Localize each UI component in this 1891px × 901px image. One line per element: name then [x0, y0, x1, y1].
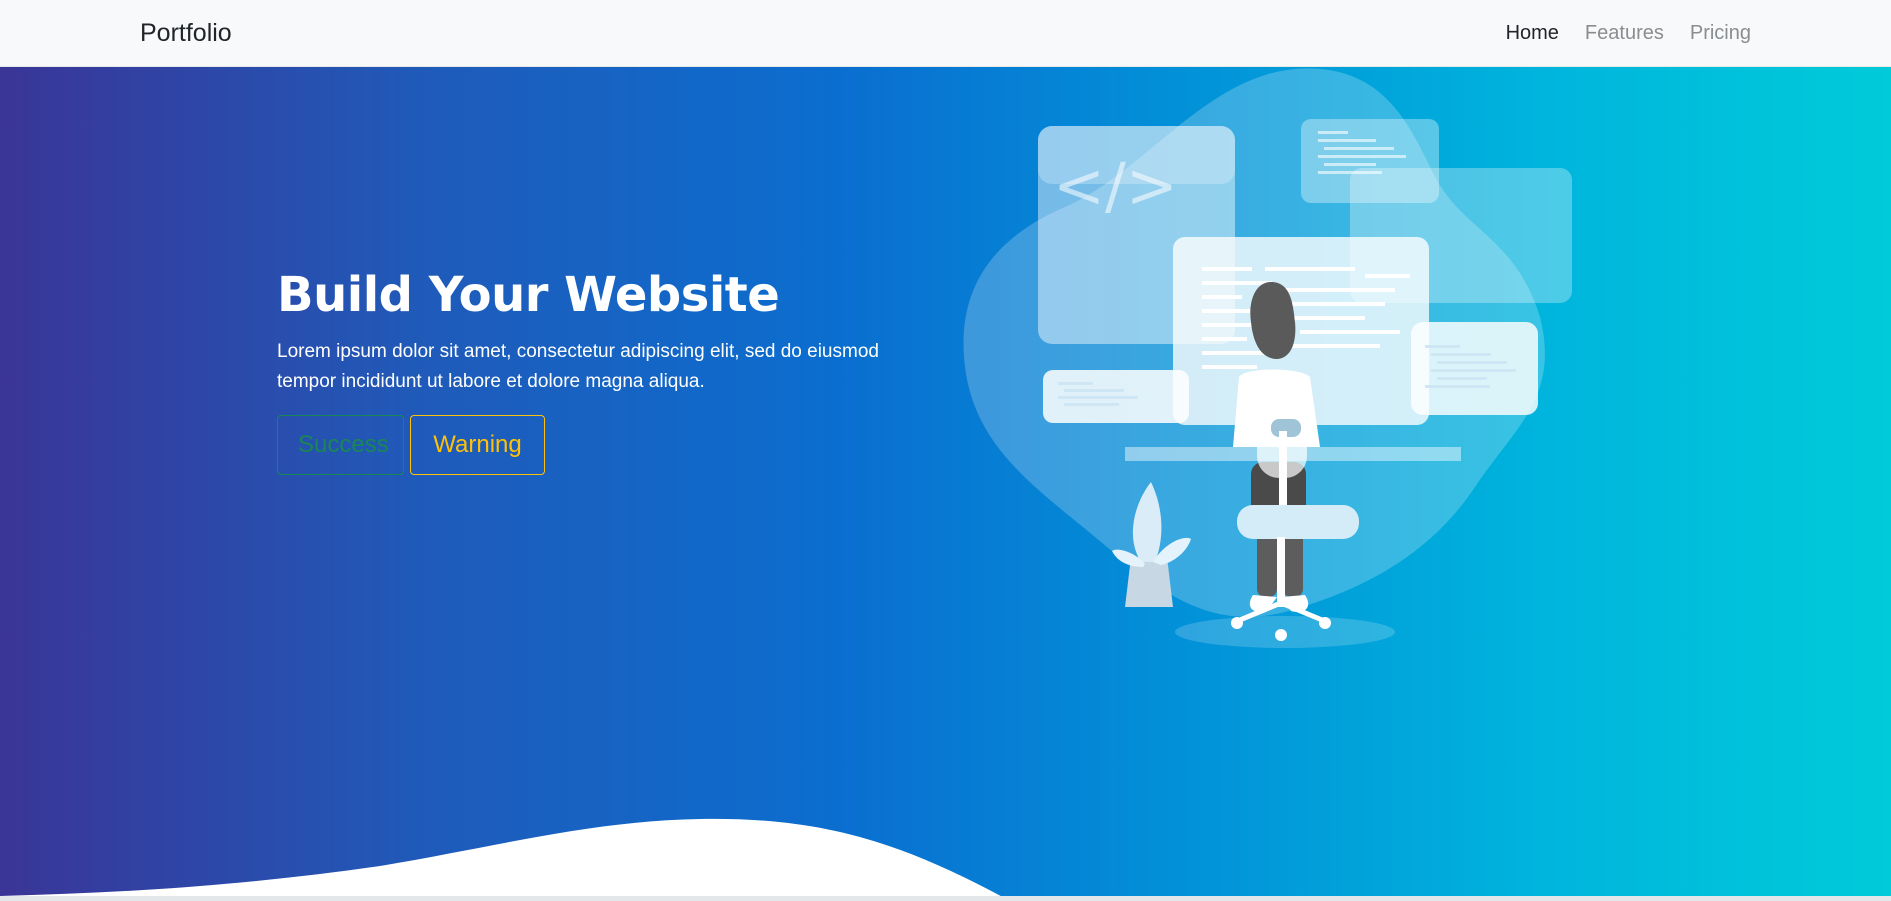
developer-at-desk-illustration: </>	[963, 68, 1572, 648]
code-card-right	[1411, 322, 1538, 415]
brand-link[interactable]: Portfolio	[140, 18, 232, 48]
nav-link-home[interactable]: Home	[1506, 20, 1559, 46]
warning-button[interactable]: Warning	[410, 415, 545, 475]
nav-link-features[interactable]: Features	[1585, 20, 1664, 46]
success-button[interactable]: Success	[277, 415, 404, 475]
hero-title: Build Your Website	[277, 267, 780, 323]
page-bottom-strip	[0, 896, 1891, 901]
bottom-wave	[0, 818, 1010, 901]
nav-link-pricing[interactable]: Pricing	[1690, 20, 1751, 46]
nav-links: Home Features Pricing	[1506, 20, 1751, 46]
navbar: Portfolio Home Features Pricing	[0, 0, 1891, 67]
code-brackets-icon: </>	[1053, 149, 1178, 222]
hero-section: Build Your Website Lorem ipsum dolor sit…	[0, 67, 1891, 901]
code-card-left	[1043, 370, 1189, 423]
hero-description: Lorem ipsum dolor sit amet, consectetur …	[277, 341, 879, 392]
floor-shadow	[1175, 616, 1395, 648]
